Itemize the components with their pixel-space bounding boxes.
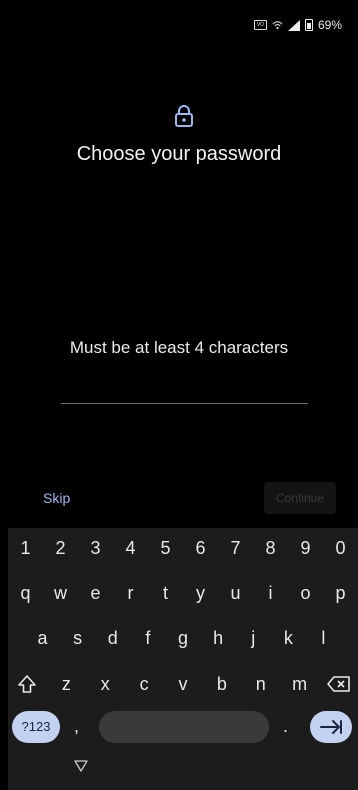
symbols-key[interactable]: ?123 (12, 711, 60, 743)
key-f[interactable]: f (130, 628, 165, 649)
key-g[interactable]: g (165, 628, 200, 649)
wifi-call-icon (272, 21, 283, 30)
key-d[interactable]: d (95, 628, 130, 649)
continue-button[interactable]: Continue (264, 482, 336, 514)
key-b[interactable]: b (202, 674, 241, 699)
key-i[interactable]: i (253, 583, 288, 604)
enter-icon (320, 720, 342, 734)
key-6[interactable]: 6 (183, 538, 218, 559)
key-8[interactable]: 8 (253, 538, 288, 559)
letter-row-3: z x c v b n m (8, 674, 358, 699)
key-q[interactable]: q (8, 583, 43, 604)
key-1[interactable]: 1 (8, 538, 43, 559)
lock-icon (175, 105, 193, 127)
number-row: 1 2 3 4 5 6 7 8 9 0 (8, 538, 358, 559)
key-7[interactable]: 7 (218, 538, 253, 559)
key-x[interactable]: x (86, 674, 125, 699)
period-key[interactable]: . (283, 716, 288, 737)
shift-icon (18, 675, 37, 693)
key-z[interactable]: z (47, 674, 86, 699)
key-r[interactable]: r (113, 583, 148, 604)
key-t[interactable]: t (148, 583, 183, 604)
backspace-icon (326, 676, 350, 692)
key-y[interactable]: y (183, 583, 218, 604)
nav-back-icon[interactable] (74, 760, 88, 772)
letter-row-2: a s d f g h j k l (8, 628, 358, 649)
password-hint: Must be at least 4 characters (69, 338, 289, 357)
signal-icon (287, 19, 300, 31)
vowifi-icon: VO (253, 20, 267, 30)
battery-icon (304, 19, 313, 31)
status-bar: VO 69% (0, 0, 358, 34)
key-w[interactable]: w (43, 583, 78, 604)
key-e[interactable]: e (78, 583, 113, 604)
backspace-key[interactable] (319, 674, 358, 699)
key-4[interactable]: 4 (113, 538, 148, 559)
battery-percent: 69% (317, 18, 342, 32)
letter-row-1: q w e r t y u i o p (8, 583, 358, 604)
key-a[interactable]: a (25, 628, 60, 649)
key-s[interactable]: s (60, 628, 95, 649)
skip-button[interactable]: Skip (43, 490, 70, 506)
page-title: Choose your password (76, 143, 282, 165)
space-key[interactable] (99, 711, 269, 743)
key-h[interactable]: h (201, 628, 236, 649)
key-9[interactable]: 9 (288, 538, 323, 559)
on-screen-keyboard: 1 2 3 4 5 6 7 8 9 0 q w e r t y u i o p … (8, 528, 358, 790)
shift-key[interactable] (8, 674, 47, 699)
key-u[interactable]: u (218, 583, 253, 604)
key-2[interactable]: 2 (43, 538, 78, 559)
key-o[interactable]: o (288, 583, 323, 604)
key-l[interactable]: l (306, 628, 341, 649)
password-input[interactable] (61, 375, 308, 404)
key-c[interactable]: c (125, 674, 164, 699)
key-m[interactable]: m (280, 674, 319, 699)
key-j[interactable]: j (236, 628, 271, 649)
key-n[interactable]: n (241, 674, 280, 699)
key-0[interactable]: 0 (323, 538, 358, 559)
key-k[interactable]: k (271, 628, 306, 649)
key-v[interactable]: v (164, 674, 203, 699)
comma-key[interactable]: , (74, 716, 79, 737)
key-5[interactable]: 5 (148, 538, 183, 559)
bottom-row: ?123 , . (8, 711, 358, 745)
status-icons: VO 69% (253, 18, 342, 32)
enter-key[interactable] (310, 711, 352, 743)
key-p[interactable]: p (323, 583, 358, 604)
key-3[interactable]: 3 (78, 538, 113, 559)
